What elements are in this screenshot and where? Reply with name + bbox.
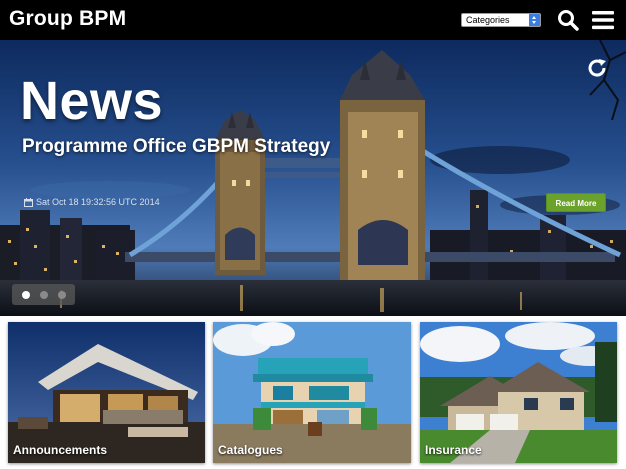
tile-label-insurance: Insurance — [425, 443, 482, 457]
hamburger-menu-icon[interactable] — [591, 9, 615, 31]
announcements-image — [8, 322, 205, 463]
news-hero-slider[interactable]: News Programme Office GBPM Strategy Sat … — [0, 40, 626, 316]
categories-select[interactable]: Categories — [461, 13, 541, 27]
tile-catalogues[interactable]: Catalogues — [213, 322, 411, 463]
slide-dot-1[interactable] — [21, 290, 30, 299]
tile-insurance[interactable]: Insurance — [420, 322, 617, 463]
search-icon[interactable] — [557, 9, 579, 31]
select-arrows-icon — [529, 14, 540, 26]
article-title[interactable]: Programme Office GBPM Strategy — [22, 136, 330, 158]
insurance-image — [420, 322, 617, 463]
app-header: Group BPM Categories — [0, 0, 626, 40]
tile-announcements[interactable]: Announcements — [8, 322, 205, 463]
calendar-icon — [24, 197, 33, 207]
slide-dot-2[interactable] — [39, 290, 48, 299]
tile-label-catalogues: Catalogues — [218, 443, 283, 457]
app-title: Group BPM — [9, 7, 127, 30]
tile-label-announcements: Announcements — [13, 443, 108, 457]
article-date-text: Sat Oct 18 19:32:56 UTC 2014 — [36, 197, 160, 207]
slide-pager — [12, 284, 75, 305]
hero-heading: News — [20, 71, 164, 131]
read-more-button[interactable]: Read More — [546, 193, 606, 212]
slide-dot-3[interactable] — [57, 290, 66, 299]
catalogues-image — [213, 322, 411, 463]
refresh-icon[interactable] — [586, 57, 608, 79]
article-date: Sat Oct 18 19:32:56 UTC 2014 — [24, 197, 160, 207]
categories-selected-value: Categories — [466, 15, 510, 25]
